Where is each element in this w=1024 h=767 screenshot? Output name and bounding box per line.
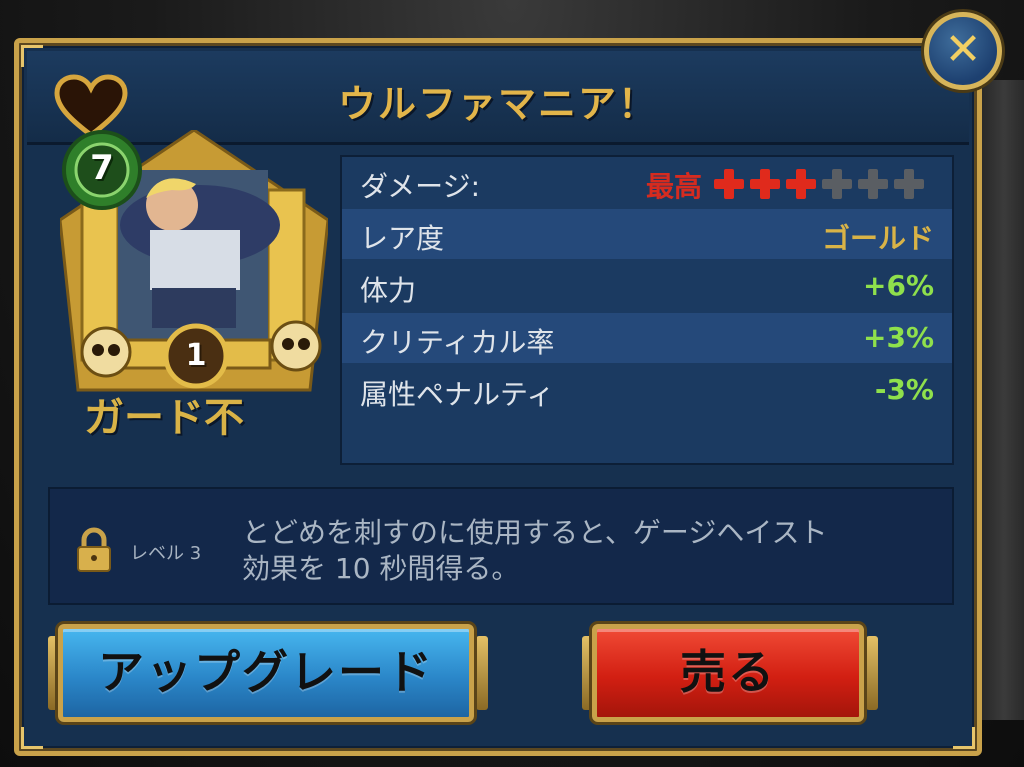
- stat-label: 体力: [360, 274, 417, 307]
- skull-icon: [270, 320, 322, 372]
- sell-button[interactable]: 売る: [592, 624, 864, 722]
- stat-label: 属性ペナルティ: [360, 378, 555, 411]
- frame-corner: [21, 727, 43, 749]
- button-cap: [476, 636, 488, 710]
- button-cap: [866, 636, 878, 710]
- stat-row-health: 体力 +6%: [342, 261, 952, 311]
- damage-rating-text: 最高: [645, 170, 702, 203]
- stats-panel: ダメージ: 最高 レア度 ゴールド 体力 +6% クリティカル率 +3% 属性ペ…: [340, 155, 954, 465]
- character-pants: [152, 288, 236, 328]
- stat-value: +6%: [863, 269, 934, 302]
- stat-value: -3%: [874, 373, 934, 406]
- perk-description: とどめを刺すのに使用すると、ゲージヘイスト 効果を 10 秒間得る。: [242, 515, 942, 587]
- stat-row-crit: クリティカル率 +3%: [342, 313, 952, 363]
- stat-label: レア度: [360, 222, 445, 255]
- stat-row-element-penalty: 属性ペナルティ -3%: [342, 365, 952, 415]
- stat-value: ゴールド: [821, 222, 934, 255]
- plus-icon: [822, 169, 852, 199]
- plus-icon: [858, 169, 888, 199]
- stat-value: +3%: [863, 321, 934, 354]
- stat-label: ダメージ:: [360, 170, 481, 203]
- character-body: [150, 230, 240, 290]
- skull-icon: [80, 326, 132, 378]
- perk-description-line: とどめを刺すのに使用すると、ゲージヘイスト: [242, 516, 828, 549]
- perk-description-panel: レベル 3 とどめを刺すのに使用すると、ゲージヘイスト 効果を 10 秒間得る。: [48, 487, 954, 605]
- stat-row-rarity: レア度 ゴールド: [342, 209, 952, 259]
- plus-icon: [750, 169, 780, 199]
- lock-icon: [77, 527, 111, 572]
- plus-icon: [894, 169, 924, 199]
- upgrade-button[interactable]: アップグレード: [58, 624, 474, 722]
- stat-label: クリティカル率: [360, 326, 555, 359]
- plus-icon: [714, 169, 744, 199]
- frame-corner: [953, 727, 975, 749]
- plus-icon: [786, 169, 816, 199]
- perk-level-label: レベル 3: [130, 543, 202, 564]
- close-button[interactable]: ✕: [924, 12, 1002, 90]
- rank-badge: 1: [185, 338, 207, 373]
- perk-description-line: 効果を 10 秒間得る。: [242, 552, 520, 585]
- level-badge: 7: [90, 148, 114, 188]
- stat-row-damage: ダメージ: 最高: [342, 157, 952, 207]
- dialog-title: ウルファマニア！: [337, 82, 658, 126]
- close-icon: ✕: [944, 24, 982, 75]
- ability-name: ガード不: [84, 395, 244, 441]
